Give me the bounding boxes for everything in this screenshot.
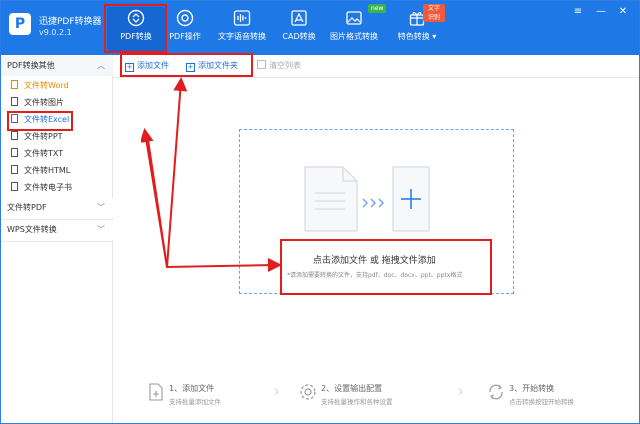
drop-zone-instruction: 点击添加文件 或 拖拽文件添加 bbox=[313, 256, 436, 266]
group-label: PDF转换其他 bbox=[7, 61, 55, 70]
tab-special-convert[interactable]: 特色转换 ▾ 文字识别 bbox=[389, 4, 445, 51]
tab-label: PDF转换 bbox=[120, 32, 152, 41]
sidebar-item-word[interactable]: 文件转Word bbox=[11, 79, 69, 93]
group-label: 文件转PDF bbox=[7, 203, 47, 212]
step-2-desc: 支持批量操作和各种设置 bbox=[321, 398, 393, 406]
tab-image-convert[interactable]: 图片格式转换 new bbox=[325, 4, 387, 51]
file-icon bbox=[11, 97, 18, 106]
sidebar-item-txt[interactable]: 文件转TXT bbox=[11, 147, 63, 161]
convert-step-icon bbox=[489, 384, 503, 400]
close-icon[interactable]: ✕ bbox=[617, 6, 629, 18]
chevron-down-icon: ﹀ bbox=[97, 225, 105, 234]
file-to-add-illustration bbox=[304, 166, 430, 232]
tab-label: 特色转换 bbox=[397, 32, 430, 41]
step-3-desc: 点击转换按钮开始转换 bbox=[509, 398, 574, 406]
item-label: 文件转Excel bbox=[24, 115, 70, 124]
tab-pdf-operate[interactable]: PDF操作 bbox=[165, 7, 205, 51]
image-icon bbox=[346, 11, 362, 25]
sidebar-item-ppt[interactable]: 文件转PPT bbox=[11, 130, 63, 144]
item-label: 文件转HTML bbox=[24, 166, 71, 175]
app-name: 迅捷PDF转换器 bbox=[39, 17, 102, 27]
sidebar-item-html[interactable]: 文件转HTML bbox=[11, 164, 70, 178]
item-label: 文件转PPT bbox=[24, 132, 63, 141]
cad-icon bbox=[291, 10, 307, 26]
divider bbox=[1, 241, 113, 242]
add-file-icon: + bbox=[125, 63, 134, 72]
chevron-right-icon: › bbox=[457, 381, 465, 402]
item-label: 文件转电子书 bbox=[24, 183, 72, 192]
add-file-button[interactable]: + 添加文件 bbox=[125, 59, 169, 73]
file-icon bbox=[11, 131, 18, 140]
step-2-title: 2、设置输出配置 bbox=[321, 384, 383, 393]
title-bar: P 迅捷PDF转换器 v9.0.2.1 PDF转换 PDF操作 文字语音转换 C… bbox=[1, 1, 639, 55]
sidebar-item-image[interactable]: 文件转图片 bbox=[11, 96, 64, 110]
tab-cad-convert[interactable]: CAD转换 bbox=[279, 7, 319, 51]
add-file-label: 添加文件 bbox=[137, 61, 169, 70]
toolbar-divider bbox=[113, 77, 639, 78]
file-icon bbox=[11, 114, 18, 123]
pdf-convert-icon bbox=[127, 9, 145, 27]
tab-label: CAD转换 bbox=[282, 32, 316, 41]
file-icon bbox=[11, 182, 18, 191]
step-1-title: 1、添加文件 bbox=[169, 384, 215, 393]
clear-list-label: 清空列表 bbox=[269, 61, 301, 70]
add-folder-button[interactable]: + 添加文件夹 bbox=[186, 59, 238, 73]
menu-icon[interactable]: ≡ bbox=[572, 6, 584, 18]
tab-label: 图片格式转换 bbox=[330, 32, 378, 41]
group-label: WPS文件转换 bbox=[7, 225, 57, 234]
add-folder-label: 添加文件夹 bbox=[198, 61, 238, 70]
tab-label: 文字语音转换 bbox=[218, 32, 266, 41]
sidebar-group-pdf-other[interactable]: PDF转换其他 ︿ bbox=[1, 56, 113, 76]
minimize-icon[interactable]: — bbox=[595, 6, 607, 18]
settings-step-icon bbox=[300, 384, 316, 400]
clear-list-button[interactable]: 清空列表 bbox=[257, 59, 301, 73]
app-window: P 迅捷PDF转换器 v9.0.2.1 PDF转换 PDF操作 文字语音转换 C… bbox=[0, 0, 640, 424]
app-logo-icon: P bbox=[9, 13, 31, 35]
step-1-desc: 支持批量添加文件 bbox=[169, 398, 221, 406]
tab-label: PDF操作 bbox=[169, 32, 201, 41]
sidebar: PDF转换其他 ︿ 文件转Word 文件转图片 文件转Excel 文件转PPT … bbox=[1, 55, 113, 423]
item-label: 文件转TXT bbox=[24, 149, 64, 158]
file-icon bbox=[11, 80, 18, 89]
file-icon bbox=[11, 148, 18, 157]
tab-pdf-convert[interactable]: PDF转换 bbox=[107, 7, 165, 51]
audio-wave-icon bbox=[233, 10, 251, 26]
sidebar-item-excel[interactable]: 文件转Excel bbox=[11, 113, 69, 127]
add-file-step-icon bbox=[149, 383, 163, 401]
sidebar-item-ebook[interactable]: 文件转电子书 bbox=[11, 181, 72, 195]
chevron-right-icon: › bbox=[273, 381, 281, 402]
item-label: 文件转图片 bbox=[24, 98, 64, 107]
add-folder-icon: + bbox=[186, 63, 195, 72]
new-badge: new bbox=[368, 4, 387, 13]
drop-zone-hint: *请添加需要转换的文件，支持pdf、doc、docx、ppt、pptx格式 bbox=[287, 272, 463, 279]
sidebar-group-wps[interactable]: WPS文件转换 ﹀ bbox=[1, 220, 113, 240]
app-version: v9.0.2.1 bbox=[39, 28, 72, 37]
pdf-operate-icon bbox=[176, 9, 194, 27]
step-3-title: 3、开始转换 bbox=[509, 384, 555, 393]
ocr-badge: 文字识别 bbox=[423, 4, 445, 22]
chevron-up-icon: ︿ bbox=[97, 61, 105, 70]
sidebar-group-to-pdf[interactable]: 文件转PDF ﹀ bbox=[1, 198, 113, 218]
tab-audio-convert[interactable]: 文字语音转换 bbox=[213, 7, 271, 51]
chevron-down-icon: ▾ bbox=[432, 32, 437, 41]
item-label: 文件转Word bbox=[24, 81, 69, 90]
trash-icon bbox=[257, 60, 266, 69]
chevron-down-icon: ﹀ bbox=[97, 203, 105, 212]
file-icon bbox=[11, 165, 18, 174]
